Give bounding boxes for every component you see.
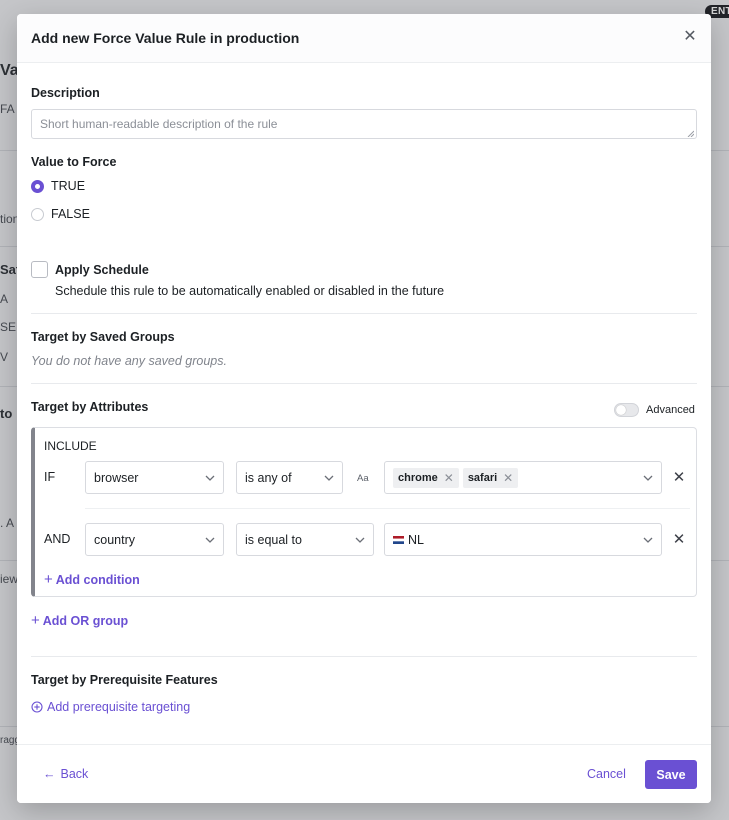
remove-chip-icon[interactable]: ✕ <box>444 471 454 485</box>
plus-circle-icon <box>31 701 43 713</box>
plus-icon: + <box>44 571 53 588</box>
value-chip: chrome ✕ <box>393 467 459 488</box>
radio-unchecked-icon[interactable] <box>31 207 44 221</box>
modal-title: Add new Force Value Rule in production <box>31 30 300 46</box>
chevron-down-icon <box>355 537 365 543</box>
arrow-left-icon: ← <box>43 767 56 781</box>
toggle-knob <box>616 405 626 415</box>
operator-select-value: is any of <box>245 470 292 485</box>
row-divider <box>85 508 690 509</box>
description-placeholder: Short human-readable description of the … <box>40 117 278 131</box>
apply-schedule-checkbox[interactable] <box>31 261 48 278</box>
description-textarea[interactable]: Short human-readable description of the … <box>31 109 697 139</box>
force-rule-modal: Add new Force Value Rule in production ✕… <box>17 14 711 803</box>
chevron-down-icon <box>643 537 653 543</box>
remove-chip-icon[interactable]: ✕ <box>503 471 513 485</box>
radio-false[interactable]: FALSE <box>31 207 90 221</box>
cancel-button[interactable]: Cancel <box>587 767 626 781</box>
close-icon[interactable]: ✕ <box>681 28 699 46</box>
attribute-select-value: country <box>94 532 135 547</box>
operator-select-value: is equal to <box>245 532 302 547</box>
divider <box>31 383 697 384</box>
advanced-toggle[interactable] <box>614 403 639 417</box>
value-to-force-label: Value to Force <box>31 155 117 169</box>
include-label: INCLUDE <box>44 439 97 453</box>
operator-select[interactable]: is equal to <box>236 523 374 556</box>
back-label: Back <box>60 767 89 781</box>
advanced-label: Advanced <box>646 404 695 416</box>
value-select[interactable]: NL <box>384 523 662 556</box>
nl-flag-icon <box>393 535 404 544</box>
saved-groups-label: Target by Saved Groups <box>31 330 175 344</box>
chevron-down-icon <box>643 475 653 481</box>
apply-schedule-label: Apply Schedule <box>55 263 149 277</box>
prerequisites-label: Target by Prerequisite Features <box>31 673 218 687</box>
apply-schedule-help: Schedule this rule to be automatically e… <box>55 284 445 298</box>
divider <box>31 313 697 314</box>
attribute-select-value: browser <box>94 470 139 485</box>
saved-groups-empty: You do not have any saved groups. <box>31 354 227 368</box>
remove-condition-icon[interactable]: ✕ <box>672 470 686 485</box>
add-or-group-label: Add OR group <box>42 614 129 628</box>
operator-select[interactable]: is any of <box>236 461 343 494</box>
case-sensitive-icon[interactable]: Aa <box>357 473 369 484</box>
plus-icon: + <box>31 612 40 629</box>
add-condition-button[interactable]: + Add condition <box>44 571 140 588</box>
values-multiselect[interactable]: chrome ✕ safari ✕ <box>384 461 662 494</box>
remove-condition-icon[interactable]: ✕ <box>672 532 686 547</box>
value-chip: safari ✕ <box>462 467 519 488</box>
value-chip-label: chrome <box>398 471 438 484</box>
save-button[interactable]: Save <box>645 760 697 789</box>
modal-header: Add new Force Value Rule in production ✕ <box>17 14 711 63</box>
chevron-down-icon <box>324 475 334 481</box>
value-chip-label: safari <box>467 471 498 484</box>
add-prerequisite-button[interactable]: Add prerequisite targeting <box>31 700 190 714</box>
condition-prefix-if: IF <box>44 470 56 484</box>
condition-group: INCLUDE IF browser is any of Aa chrome ✕ … <box>31 427 697 597</box>
attribute-select[interactable]: browser <box>85 461 224 494</box>
chevron-down-icon <box>205 475 215 481</box>
back-button[interactable]: ← Back <box>43 767 88 781</box>
description-label: Description <box>31 86 100 100</box>
radio-true[interactable]: TRUE <box>31 179 85 193</box>
condition-prefix-and: AND <box>44 532 71 546</box>
add-or-group-button[interactable]: + Add OR group <box>31 612 128 629</box>
add-prerequisite-label: Add prerequisite targeting <box>47 700 191 714</box>
resize-handle-icon[interactable] <box>687 130 694 137</box>
chevron-down-icon <box>205 537 215 543</box>
add-condition-label: Add condition <box>55 573 140 587</box>
radio-true-label: TRUE <box>51 179 86 193</box>
divider <box>31 656 697 657</box>
attribute-select[interactable]: country <box>85 523 224 556</box>
value-select-text: NL <box>408 532 424 547</box>
radio-checked-icon[interactable] <box>31 179 44 193</box>
attributes-label: Target by Attributes <box>31 400 149 414</box>
radio-false-label: FALSE <box>51 207 90 221</box>
